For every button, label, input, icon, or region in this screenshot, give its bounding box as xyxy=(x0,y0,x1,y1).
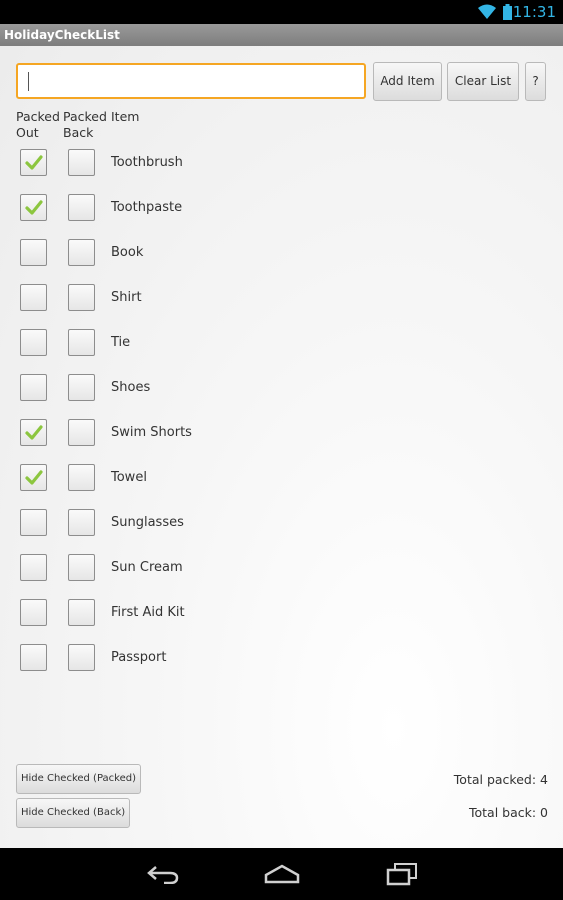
header-packed-back-line1: Packed xyxy=(63,109,107,124)
total-back-label: Total back: 0 xyxy=(468,805,548,820)
home-icon[interactable] xyxy=(264,864,300,884)
header-packed-out-line2: Out xyxy=(16,125,39,140)
list-item: Book xyxy=(0,234,563,279)
item-name: Sunglasses xyxy=(111,515,184,530)
list-item: Passport xyxy=(0,639,563,684)
packed-out-checkbox[interactable] xyxy=(20,329,47,356)
battery-icon xyxy=(503,4,512,20)
add-item-button[interactable]: Add Item xyxy=(373,62,442,101)
list-item: Sunglasses xyxy=(0,504,563,549)
packed-back-checkbox[interactable] xyxy=(68,194,95,221)
checkmark-icon xyxy=(25,155,43,170)
navigation-bar xyxy=(0,848,563,900)
list-item: Sun Cream xyxy=(0,549,563,594)
header-packed-out-line1: Packed xyxy=(16,109,60,124)
checkmark-icon xyxy=(25,200,43,215)
status-bar: 11:31 xyxy=(0,0,563,24)
packed-out-checkbox[interactable] xyxy=(20,554,47,581)
list-item: Toothbrush xyxy=(0,144,563,189)
packed-out-checkbox[interactable] xyxy=(20,194,47,221)
packed-back-checkbox[interactable] xyxy=(68,419,95,446)
list-item: Tie xyxy=(0,324,563,369)
list-item: Shirt xyxy=(0,279,563,324)
wifi-icon xyxy=(478,4,496,19)
item-name: Passport xyxy=(111,650,167,665)
list-item: Shoes xyxy=(0,369,563,414)
back-icon[interactable] xyxy=(146,864,180,884)
item-name: Toothbrush xyxy=(111,155,183,170)
packed-out-checkbox[interactable] xyxy=(20,374,47,401)
item-name: Towel xyxy=(111,470,147,485)
packed-out-checkbox[interactable] xyxy=(20,419,47,446)
item-name: Tie xyxy=(111,335,131,350)
list-item: Towel xyxy=(0,459,563,504)
packed-back-checkbox[interactable] xyxy=(68,599,95,626)
text-caret xyxy=(28,72,29,91)
header-packed-out: Packed Out xyxy=(16,109,60,141)
recent-apps-icon[interactable] xyxy=(386,862,418,886)
help-button[interactable]: ? xyxy=(525,62,546,101)
header-item: Item xyxy=(111,109,140,124)
app-title-bar: HolidayCheckList xyxy=(0,24,563,46)
item-name: Toothpaste xyxy=(111,200,183,215)
item-name: Shirt xyxy=(111,290,142,305)
packed-out-checkbox[interactable] xyxy=(20,149,47,176)
total-packed-label: Total packed: 4 xyxy=(453,772,548,787)
packed-back-checkbox[interactable] xyxy=(68,509,95,536)
packed-back-checkbox[interactable] xyxy=(68,329,95,356)
list-item: Toothpaste xyxy=(0,189,563,234)
hide-checked-packed-button[interactable]: Hide Checked (Packed) xyxy=(16,764,142,794)
packed-back-checkbox[interactable] xyxy=(68,554,95,581)
packed-out-checkbox[interactable] xyxy=(20,284,47,311)
packed-back-checkbox[interactable] xyxy=(68,149,95,176)
item-name: Sun Cream xyxy=(111,560,183,575)
packed-back-checkbox[interactable] xyxy=(68,644,95,671)
list-item: First Aid Kit xyxy=(0,594,563,639)
packed-out-checkbox[interactable] xyxy=(20,509,47,536)
packed-out-checkbox[interactable] xyxy=(20,599,47,626)
packed-out-checkbox[interactable] xyxy=(20,644,47,671)
status-time: 11:31 xyxy=(512,3,556,21)
checkmark-icon xyxy=(25,425,43,440)
packed-back-checkbox[interactable] xyxy=(68,239,95,266)
list-item: Swim Shorts xyxy=(0,414,563,459)
app-title: HolidayCheckList xyxy=(4,28,120,42)
packed-back-checkbox[interactable] xyxy=(68,374,95,401)
packed-back-checkbox[interactable] xyxy=(68,284,95,311)
item-input[interactable] xyxy=(16,63,366,99)
item-name: First Aid Kit xyxy=(111,605,185,620)
clear-list-button[interactable]: Clear List xyxy=(447,62,519,101)
packed-out-checkbox[interactable] xyxy=(20,464,47,491)
hide-checked-back-button[interactable]: Hide Checked (Back) xyxy=(16,798,131,828)
main-content: Add Item Clear List ? Packed Out Packed … xyxy=(0,46,563,848)
packed-out-checkbox[interactable] xyxy=(20,239,47,266)
header-packed-back: Packed Back xyxy=(63,109,107,141)
header-packed-back-line2: Back xyxy=(63,125,94,140)
item-name: Shoes xyxy=(111,380,151,395)
checkmark-icon xyxy=(25,470,43,485)
item-name: Book xyxy=(111,245,144,260)
packed-back-checkbox[interactable] xyxy=(68,464,95,491)
item-name: Swim Shorts xyxy=(111,425,192,440)
